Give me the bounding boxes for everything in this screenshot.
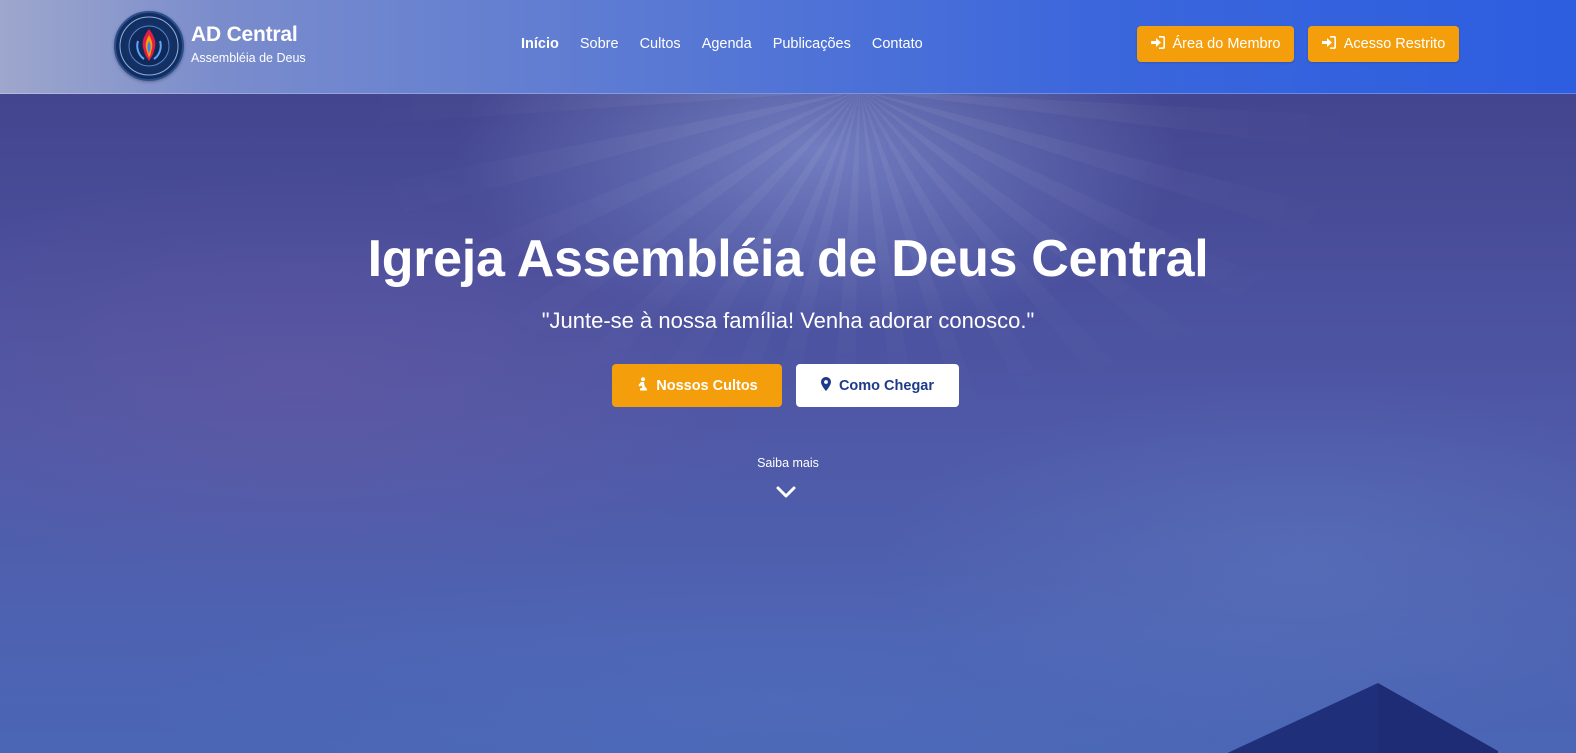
saiba-mais-link[interactable]: Saiba mais <box>0 456 1576 470</box>
map-pin-icon <box>820 376 831 395</box>
brand-title[interactable]: AD Central <box>191 23 298 47</box>
nav-item-contato[interactable]: Contato <box>872 35 923 53</box>
hero-sky-rays <box>0 0 1576 753</box>
nossos-cultos-label: Nossos Cultos <box>656 377 758 394</box>
como-chegar-button[interactable]: Como Chegar <box>796 364 959 407</box>
nossos-cultos-button[interactable]: Nossos Cultos <box>612 364 782 407</box>
hero-title: Igreja Assembléia de Deus Central <box>367 230 1209 288</box>
praying-person-icon <box>636 376 648 395</box>
brand-subtitle: Assembléia de Deus <box>191 51 306 65</box>
nav-item-cultos[interactable]: Cultos <box>640 35 681 53</box>
sign-in-icon <box>1150 35 1165 53</box>
sign-in-icon <box>1321 35 1336 53</box>
nav-item-sobre[interactable]: Sobre <box>580 35 619 53</box>
nav-item-publicacoes[interactable]: Publicações <box>773 35 851 53</box>
acesso-restrito-button[interactable]: Acesso Restrito <box>1308 26 1459 62</box>
hero-section: Igreja Assembléia de Deus Central "Junte… <box>0 0 1576 753</box>
chevron-down-icon[interactable] <box>775 485 797 504</box>
nav-item-inicio[interactable]: Início <box>521 35 559 53</box>
area-do-membro-button[interactable]: Área do Membro <box>1137 26 1294 62</box>
hero-subtitle: "Junte-se à nossa família! Venha adorar … <box>541 308 1035 333</box>
como-chegar-label: Como Chegar <box>838 377 935 394</box>
church-flame-seal-icon[interactable] <box>114 11 184 81</box>
top-header: AD Central Assembléia de Deus Início Sob… <box>0 0 1576 94</box>
area-do-membro-label: Área do Membro <box>1172 36 1281 52</box>
main-nav: Início Sobre Cultos Agenda Publicações C… <box>521 35 944 53</box>
nav-item-agenda[interactable]: Agenda <box>702 35 752 53</box>
acesso-restrito-label: Acesso Restrito <box>1343 36 1446 52</box>
